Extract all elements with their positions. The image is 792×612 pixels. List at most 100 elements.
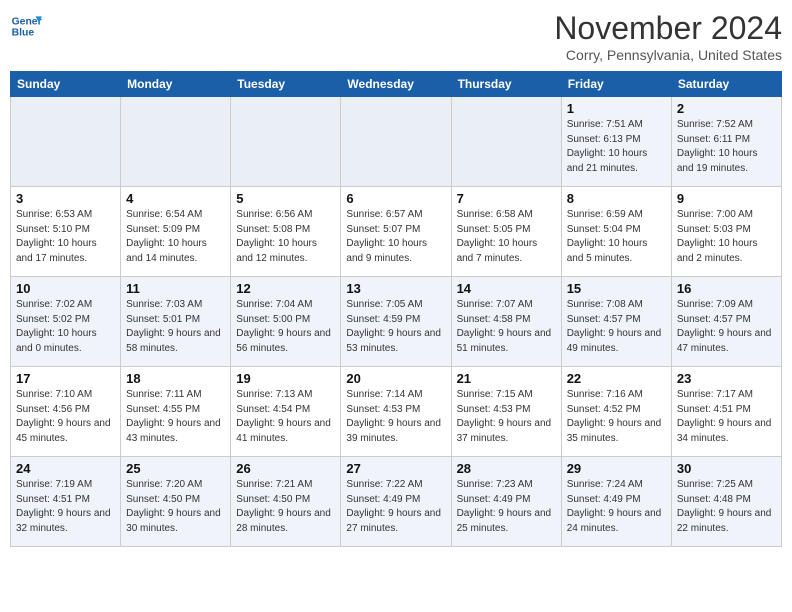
day-number: 8 — [567, 191, 666, 206]
weekday-header-row: SundayMondayTuesdayWednesdayThursdayFrid… — [11, 72, 782, 97]
day-info: Sunrise: 7:03 AMSunset: 5:01 PMDaylight:… — [126, 298, 225, 356]
calendar-table: SundayMondayTuesdayWednesdayThursdayFrid… — [10, 71, 782, 547]
calendar-week-row: 10 Sunrise: 7:02 AMSunset: 5:02 PMDayligh… — [11, 277, 782, 367]
title-block: November 2024 Corry, Pennsylvania, Unite… — [554, 10, 782, 63]
calendar-day-cell: 30 Sunrise: 7:25 AMSunset: 4:48 PMDayligh… — [671, 457, 781, 547]
calendar-day-cell — [11, 97, 121, 187]
day-info: Sunrise: 7:05 AMSunset: 4:59 PMDaylight:… — [346, 298, 445, 356]
day-info: Sunrise: 6:59 AMSunset: 5:04 PMDaylight:… — [567, 208, 666, 266]
logo: General Blue — [10, 10, 42, 42]
day-number: 14 — [457, 281, 556, 296]
day-number: 19 — [236, 371, 335, 386]
day-number: 18 — [126, 371, 225, 386]
calendar-day-cell: 10 Sunrise: 7:02 AMSunset: 5:02 PMDayligh… — [11, 277, 121, 367]
day-info: Sunrise: 7:07 AMSunset: 4:58 PMDaylight:… — [457, 298, 556, 356]
day-info: Sunrise: 6:54 AMSunset: 5:09 PMDaylight:… — [126, 208, 225, 266]
calendar-day-cell: 6 Sunrise: 6:57 AMSunset: 5:07 PMDaylight… — [341, 187, 451, 277]
weekday-header-monday: Monday — [121, 72, 231, 97]
weekday-header-wednesday: Wednesday — [341, 72, 451, 97]
day-info: Sunrise: 7:22 AMSunset: 4:49 PMDaylight:… — [346, 478, 445, 536]
day-info: Sunrise: 7:08 AMSunset: 4:57 PMDaylight:… — [567, 298, 666, 356]
calendar-day-cell: 17 Sunrise: 7:10 AMSunset: 4:56 PMDayligh… — [11, 367, 121, 457]
calendar-day-cell: 21Sunrise: 7:15 AMSunset: 4:53 PMDayligh… — [451, 367, 561, 457]
day-info: Sunrise: 7:24 AMSunset: 4:49 PMDaylight:… — [567, 478, 666, 536]
day-number: 9 — [677, 191, 776, 206]
calendar-day-cell: 20Sunrise: 7:14 AMSunset: 4:53 PMDayligh… — [341, 367, 451, 457]
day-info: Sunrise: 7:51 AMSunset: 6:13 PMDaylight:… — [567, 118, 666, 176]
day-number: 27 — [346, 461, 445, 476]
day-info: Sunrise: 7:23 AMSunset: 4:49 PMDaylight:… — [457, 478, 556, 536]
day-number: 22 — [567, 371, 666, 386]
day-info: Sunrise: 7:13 AMSunset: 4:54 PMDaylight:… — [236, 388, 335, 446]
day-info: Sunrise: 6:58 AMSunset: 5:05 PMDaylight:… — [457, 208, 556, 266]
day-number: 29 — [567, 461, 666, 476]
calendar-day-cell: 12 Sunrise: 7:04 AMSunset: 5:00 PMDayligh… — [231, 277, 341, 367]
day-number: 10 — [16, 281, 115, 296]
calendar-day-cell — [231, 97, 341, 187]
day-info: Sunrise: 6:56 AMSunset: 5:08 PMDaylight:… — [236, 208, 335, 266]
month-title: November 2024 — [554, 10, 782, 47]
calendar-day-cell — [121, 97, 231, 187]
day-number: 15 — [567, 281, 666, 296]
day-info: Sunrise: 7:25 AMSunset: 4:48 PMDaylight:… — [677, 478, 776, 536]
calendar-day-cell: 1 Sunrise: 7:51 AMSunset: 6:13 PMDaylight… — [561, 97, 671, 187]
day-number: 5 — [236, 191, 335, 206]
day-info: Sunrise: 7:21 AMSunset: 4:50 PMDaylight:… — [236, 478, 335, 536]
weekday-header-sunday: Sunday — [11, 72, 121, 97]
location: Corry, Pennsylvania, United States — [554, 47, 782, 63]
calendar-day-cell: 18 Sunrise: 7:11 AMSunset: 4:55 PMDayligh… — [121, 367, 231, 457]
day-number: 6 — [346, 191, 445, 206]
calendar-day-cell: 13Sunrise: 7:05 AMSunset: 4:59 PMDayligh… — [341, 277, 451, 367]
calendar-day-cell — [341, 97, 451, 187]
calendar-day-cell: 27 Sunrise: 7:22 AMSunset: 4:49 PMDayligh… — [341, 457, 451, 547]
day-info: Sunrise: 6:53 AMSunset: 5:10 PMDaylight:… — [16, 208, 115, 266]
day-info: Sunrise: 7:16 AMSunset: 4:52 PMDaylight:… — [567, 388, 666, 446]
day-info: Sunrise: 7:11 AMSunset: 4:55 PMDaylight:… — [126, 388, 225, 446]
day-info: Sunrise: 7:04 AMSunset: 5:00 PMDaylight:… — [236, 298, 335, 356]
day-number: 3 — [16, 191, 115, 206]
calendar-day-cell: 9 Sunrise: 7:00 AMSunset: 5:03 PMDaylight… — [671, 187, 781, 277]
day-number: 17 — [16, 371, 115, 386]
calendar-day-cell: 14 Sunrise: 7:07 AMSunset: 4:58 PMDayligh… — [451, 277, 561, 367]
day-number: 4 — [126, 191, 225, 206]
day-number: 12 — [236, 281, 335, 296]
calendar-day-cell: 4 Sunrise: 6:54 AMSunset: 5:09 PMDaylight… — [121, 187, 231, 277]
day-info: Sunrise: 7:17 AMSunset: 4:51 PMDaylight:… — [677, 388, 776, 446]
day-number: 26 — [236, 461, 335, 476]
calendar-day-cell: 19 Sunrise: 7:13 AMSunset: 4:54 PMDayligh… — [231, 367, 341, 457]
day-info: Sunrise: 7:00 AMSunset: 5:03 PMDaylight:… — [677, 208, 776, 266]
calendar-day-cell: 3 Sunrise: 6:53 AMSunset: 5:10 PMDaylight… — [11, 187, 121, 277]
calendar-day-cell — [451, 97, 561, 187]
weekday-header-saturday: Saturday — [671, 72, 781, 97]
calendar-week-row: 3 Sunrise: 6:53 AMSunset: 5:10 PMDaylight… — [11, 187, 782, 277]
day-number: 1 — [567, 101, 666, 116]
day-number: 25 — [126, 461, 225, 476]
day-info: Sunrise: 6:57 AMSunset: 5:07 PMDaylight:… — [346, 208, 445, 266]
day-info: Sunrise: 7:52 AMSunset: 6:11 PMDaylight:… — [677, 118, 776, 176]
day-number: 7 — [457, 191, 556, 206]
calendar-day-cell: 22 Sunrise: 7:16 AMSunset: 4:52 PMDayligh… — [561, 367, 671, 457]
day-number: 24 — [16, 461, 115, 476]
day-info: Sunrise: 7:20 AMSunset: 4:50 PMDaylight:… — [126, 478, 225, 536]
calendar-day-cell: 7 Sunrise: 6:58 AMSunset: 5:05 PMDaylight… — [451, 187, 561, 277]
calendar-week-row: 1 Sunrise: 7:51 AMSunset: 6:13 PMDaylight… — [11, 97, 782, 187]
logo-icon: General Blue — [10, 10, 42, 42]
day-number: 23 — [677, 371, 776, 386]
day-number: 30 — [677, 461, 776, 476]
calendar-day-cell: 2 Sunrise: 7:52 AMSunset: 6:11 PMDaylight… — [671, 97, 781, 187]
day-info: Sunrise: 7:02 AMSunset: 5:02 PMDaylight:… — [16, 298, 115, 356]
calendar-day-cell: 5 Sunrise: 6:56 AMSunset: 5:08 PMDaylight… — [231, 187, 341, 277]
page-header: General Blue November 2024 Corry, Pennsy… — [10, 10, 782, 63]
calendar-day-cell: 11Sunrise: 7:03 AMSunset: 5:01 PMDayligh… — [121, 277, 231, 367]
day-info: Sunrise: 7:10 AMSunset: 4:56 PMDaylight:… — [16, 388, 115, 446]
svg-text:Blue: Blue — [12, 28, 35, 39]
day-number: 28 — [457, 461, 556, 476]
calendar-day-cell: 24Sunrise: 7:19 AMSunset: 4:51 PMDayligh… — [11, 457, 121, 547]
calendar-week-row: 17 Sunrise: 7:10 AMSunset: 4:56 PMDayligh… — [11, 367, 782, 457]
calendar-day-cell: 28 Sunrise: 7:23 AMSunset: 4:49 PMDayligh… — [451, 457, 561, 547]
calendar-day-cell: 29 Sunrise: 7:24 AMSunset: 4:49 PMDayligh… — [561, 457, 671, 547]
calendar-day-cell: 25 Sunrise: 7:20 AMSunset: 4:50 PMDayligh… — [121, 457, 231, 547]
calendar-week-row: 24Sunrise: 7:19 AMSunset: 4:51 PMDayligh… — [11, 457, 782, 547]
day-number: 2 — [677, 101, 776, 116]
day-number: 16 — [677, 281, 776, 296]
